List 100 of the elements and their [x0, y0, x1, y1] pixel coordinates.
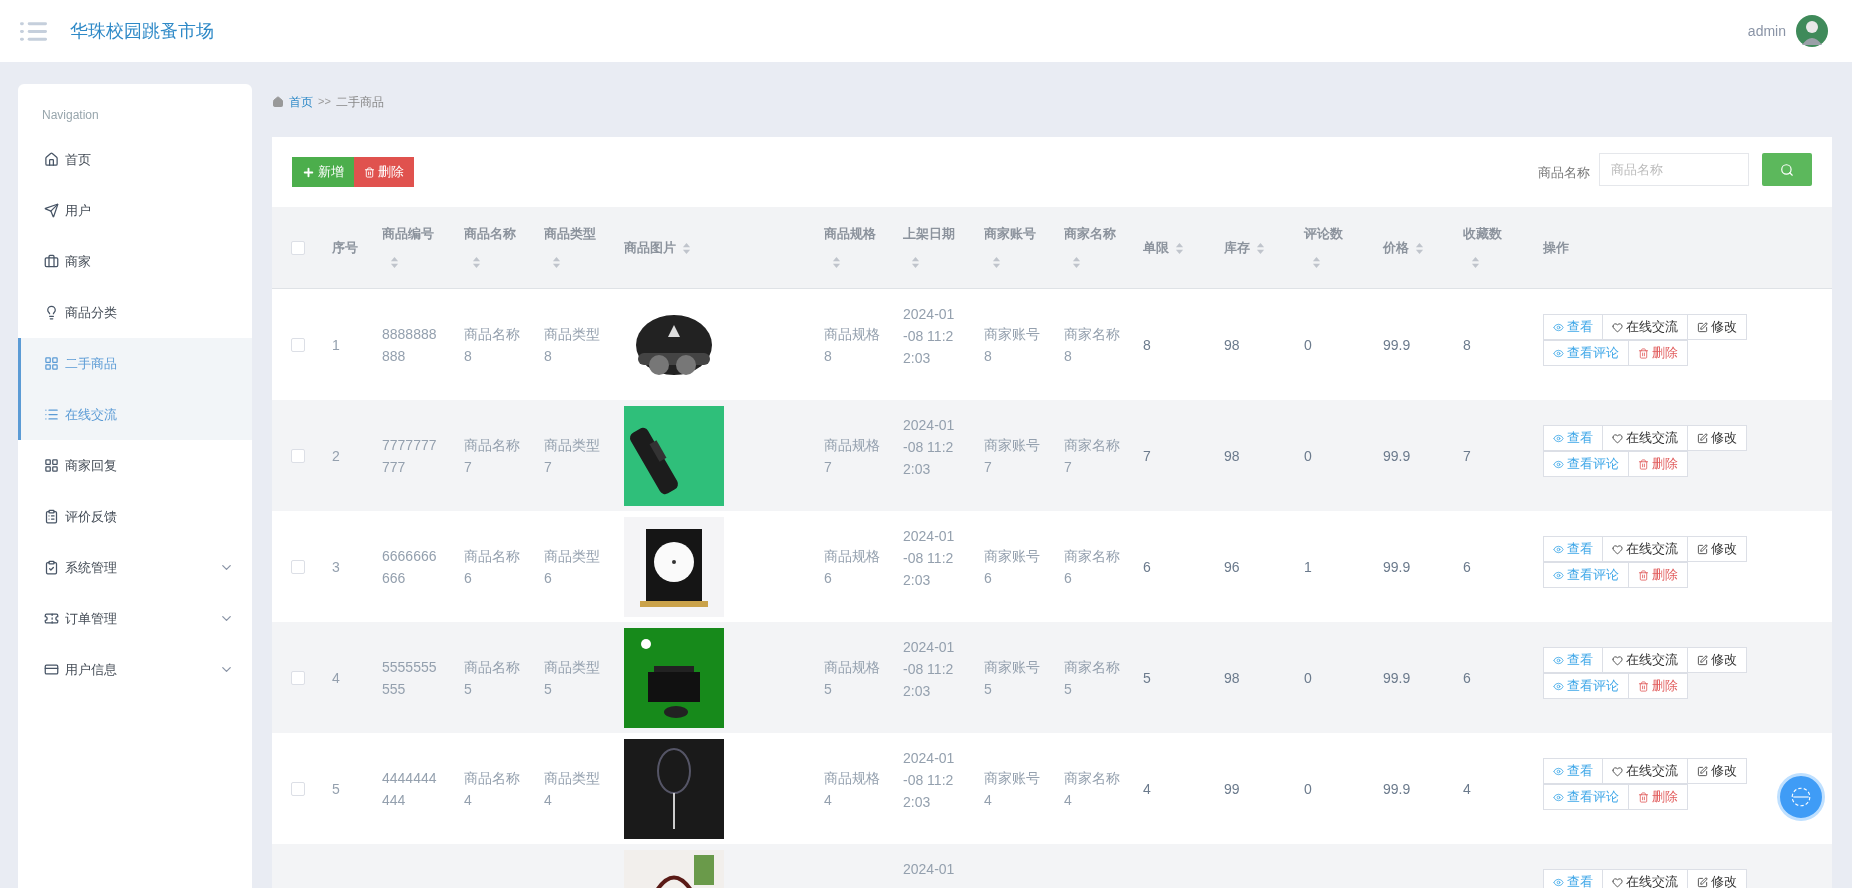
heart-icon — [1612, 876, 1623, 888]
column-header: 商品名称 — [464, 225, 516, 243]
row-checkbox[interactable] — [291, 337, 305, 352]
chat-button[interactable]: 在线交流 — [1602, 314, 1688, 340]
eye-icon — [1553, 543, 1564, 555]
search-button[interactable] — [1762, 153, 1812, 186]
nav-icon — [44, 560, 59, 575]
sort-icon[interactable] — [682, 241, 691, 255]
delete-button[interactable]: 删除 — [354, 157, 414, 187]
column-header: 操作 — [1543, 238, 1569, 257]
sort-icon[interactable] — [390, 255, 399, 269]
chat-button[interactable]: 在线交流 — [1602, 758, 1688, 784]
sidebar-item[interactable]: 商品分类 — [18, 287, 252, 338]
sidebar-item[interactable]: 商家回复 — [18, 440, 252, 491]
table-cell-text: 0 — [1304, 446, 1312, 466]
nav-icon — [44, 662, 59, 677]
delete-button[interactable]: 删除 — [1628, 562, 1688, 588]
eye-icon — [1553, 321, 1564, 333]
table-cell-text: 98 — [1224, 446, 1240, 466]
edit-button[interactable]: 修改 — [1687, 869, 1747, 888]
table-cell-text: 商品名称5 — [464, 657, 520, 699]
table-cell-text: 7 — [1463, 446, 1471, 466]
table-cell-text: 商品类型7 — [544, 435, 600, 477]
table-cell-text: 3 — [332, 557, 340, 577]
column-header: 商家账号 — [984, 225, 1036, 243]
sidebar-item[interactable]: 系统管理 — [18, 542, 252, 593]
chat-button[interactable]: 在线交流 — [1602, 536, 1688, 562]
column-header: 库存 — [1224, 238, 1250, 257]
eye-icon — [1553, 654, 1564, 666]
table-cell-text: 99.9 — [1383, 779, 1411, 799]
edit-button[interactable]: 修改 — [1687, 314, 1747, 340]
sidebar-item[interactable]: 评价反馈 — [18, 491, 252, 542]
sort-icon[interactable] — [552, 255, 561, 269]
column-header: 序号 — [332, 238, 358, 257]
breadcrumb-separator: >> — [318, 94, 331, 110]
eye-icon — [1553, 458, 1564, 470]
table-cell-text: 商家账号4 — [984, 768, 1040, 810]
edit-button[interactable]: 修改 — [1687, 647, 1747, 673]
site-title: 华珠校园跳蚤市场 — [70, 19, 214, 43]
edit-button[interactable]: 修改 — [1687, 758, 1747, 784]
select-all-checkbox[interactable] — [291, 240, 305, 255]
sort-icon[interactable] — [911, 255, 920, 269]
delete-button[interactable]: 删除 — [1628, 451, 1688, 477]
compass-icon — [1790, 786, 1812, 808]
table-cell-text: 商品类型8 — [544, 324, 600, 366]
nav-icon — [44, 458, 59, 473]
delete-button[interactable]: 删除 — [1628, 673, 1688, 699]
sort-icon[interactable] — [832, 255, 841, 269]
table-cell-text: 99.9 — [1383, 557, 1411, 577]
table-cell-text: 2024-01 — [903, 860, 955, 879]
sort-icon[interactable] — [472, 255, 481, 269]
table-cell-text: 商家名称5 — [1064, 657, 1120, 699]
sort-icon[interactable] — [992, 255, 1001, 269]
column-header: 商家名称 — [1064, 225, 1116, 243]
sort-icon[interactable] — [1415, 241, 1424, 255]
sidebar-item[interactable]: 用户信息 — [18, 644, 252, 695]
table-cell-text: 2024-01-08 11:22:03 — [903, 527, 956, 590]
search-field[interactable]: 商品名称 — [1599, 153, 1749, 186]
sort-icon[interactable] — [1175, 241, 1184, 255]
delete-button[interactable]: 删除 — [1628, 784, 1688, 810]
nav-icon — [44, 509, 59, 524]
edit-button[interactable]: 修改 — [1687, 536, 1747, 562]
chat-button[interactable]: 在线交流 — [1602, 647, 1688, 673]
sort-icon[interactable] — [1471, 255, 1480, 269]
edit-button[interactable]: 修改 — [1687, 425, 1747, 451]
table-cell-text: 99.9 — [1383, 446, 1411, 466]
table-cell-text: 4 — [1463, 779, 1471, 799]
chat-button[interactable]: 在线交流 — [1602, 425, 1688, 451]
table-cell-text: 7777777777 — [382, 435, 438, 477]
menu-icon[interactable] — [20, 21, 47, 41]
sidebar-item[interactable]: 用户 — [18, 185, 252, 236]
row-checkbox[interactable] — [291, 448, 305, 463]
table-cell-text: 商家账号7 — [984, 435, 1040, 477]
table-cell-text: 商家账号8 — [984, 324, 1040, 366]
sort-icon[interactable] — [1312, 255, 1321, 269]
row-checkbox[interactable] — [291, 559, 305, 574]
edit-icon — [1697, 765, 1708, 777]
chat-button[interactable]: 在线交流 — [1602, 869, 1688, 888]
table-cell-text: 6 — [1143, 557, 1151, 577]
table-cell-text: 6 — [1463, 668, 1471, 688]
sidebar-item[interactable]: 商家 — [18, 236, 252, 287]
eye-icon — [1553, 876, 1564, 888]
table-cell-text: 商品规格5 — [824, 657, 880, 699]
sidebar-item[interactable]: 首页 — [18, 134, 252, 185]
row-checkbox[interactable] — [291, 781, 305, 796]
sidebar-item[interactable]: 订单管理 — [18, 593, 252, 644]
avatar[interactable] — [1796, 15, 1828, 47]
table-cell-text: 0 — [1304, 335, 1312, 355]
eye-icon — [1553, 347, 1564, 359]
sort-icon[interactable] — [1072, 255, 1081, 269]
row-checkbox[interactable] — [291, 670, 305, 685]
table-cell-text: 6 — [1463, 557, 1471, 577]
nav-icon — [44, 254, 59, 269]
column-header: 商品图片 — [624, 238, 676, 257]
edit-icon — [1697, 432, 1708, 444]
trash-icon — [1638, 347, 1649, 359]
table-cell-text: 4 — [1143, 779, 1151, 799]
table-cell-text: 0 — [1304, 668, 1312, 688]
sort-icon[interactable] — [1256, 241, 1265, 255]
delete-button[interactable]: 删除 — [1628, 340, 1688, 366]
